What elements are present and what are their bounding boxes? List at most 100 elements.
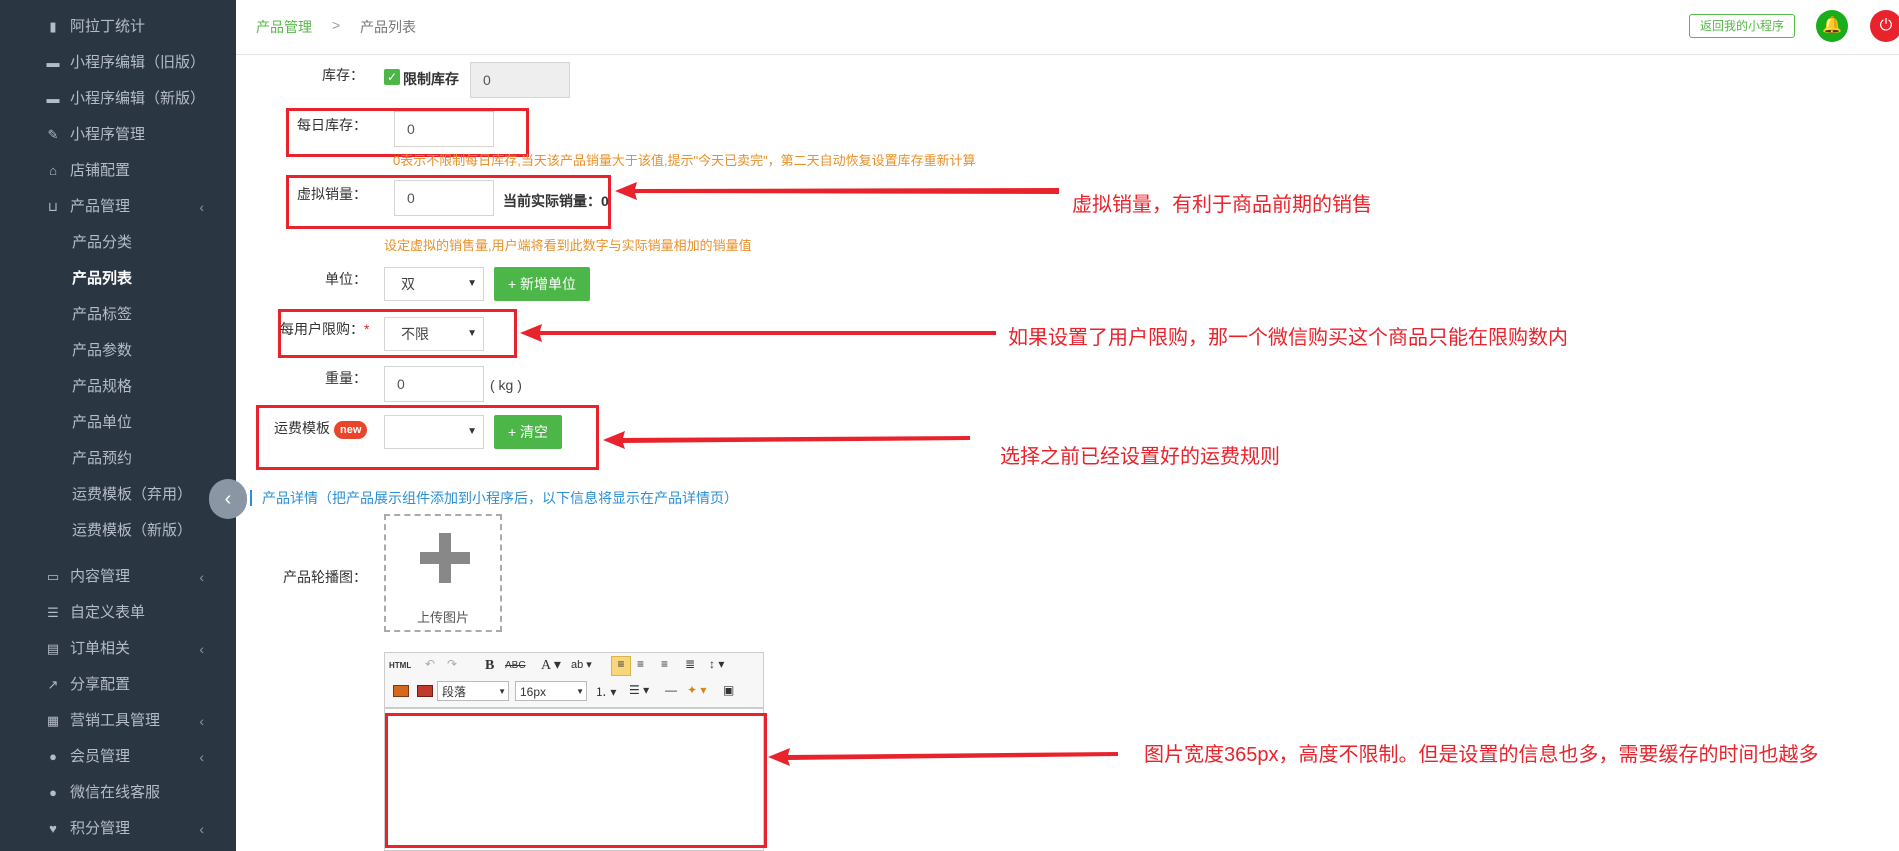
sidebar-item-members[interactable]: ● 会员管理 ‹ <box>0 742 236 772</box>
sidebar-item-content-manage[interactable]: ▭ 内容管理 ‹ <box>0 562 236 592</box>
daily-stock-hint: 0表示不限制每日库存,当天该产品销量大于该值,提示"今天已卖完"，第二天自动恢复… <box>393 153 976 168</box>
align-left-icon[interactable]: ≡ <box>611 656 631 676</box>
highlight-icon[interactable]: ab ▾ <box>571 658 592 671</box>
font-size-select-value: 16px <box>520 685 547 699</box>
clear-shipping-button[interactable]: + 清空 <box>494 415 562 449</box>
sidebar-item-store-config[interactable]: ⌂ 店铺配置 <box>0 156 236 186</box>
sidebar-item-product-manage[interactable]: ⊔ 产品管理 ‹ <box>0 192 236 222</box>
plus-icon <box>420 533 470 583</box>
breadcrumb-parent[interactable]: 产品管理 <box>256 17 312 37</box>
paste-icon[interactable]: ▣ <box>723 683 734 697</box>
book-icon: ▤ <box>46 641 60 656</box>
virtual-sales-label: 虚拟销量： <box>297 186 367 202</box>
sidebar-item-orders[interactable]: ▤ 订单相关 ‹ <box>0 634 236 664</box>
undo-icon[interactable]: ↶ <box>425 657 435 671</box>
html-source-button[interactable]: HTML <box>389 661 411 670</box>
line-height-icon[interactable]: ↕ ▾ <box>709 657 724 671</box>
clear-format-icon[interactable]: ✦ ▾ <box>687 683 706 697</box>
chevron-left-icon: ‹ <box>199 199 204 215</box>
ordered-list-icon[interactable]: ⒈ ▾ <box>595 683 616 700</box>
stock-label: 库存： <box>322 67 364 83</box>
redo-icon[interactable]: ↷ <box>447 657 457 671</box>
list-icon: ☰ <box>47 605 59 620</box>
sidebar-sub-shipping-old[interactable]: 运费模板（弃用） <box>72 480 192 510</box>
shipping-label: 运费模板 new <box>274 418 368 439</box>
new-badge: new <box>334 421 368 439</box>
sidebar-sub-product-params[interactable]: 产品参数 <box>72 336 132 366</box>
sidebar-sub-product-units[interactable]: 产品单位 <box>72 408 132 438</box>
chevron-left-icon: ‹ <box>199 713 204 729</box>
sidebar-sub-product-specs[interactable]: 产品规格 <box>72 372 132 402</box>
caret-down-icon: ▼ <box>576 687 584 696</box>
weight-input[interactable]: 0 <box>384 366 484 402</box>
paragraph-select[interactable]: 段落 ▼ <box>437 681 509 701</box>
bell-icon[interactable]: 🔔 <box>1816 10 1848 42</box>
strikethrough-icon[interactable]: ABC <box>505 660 526 671</box>
chevron-left-icon: ‹ <box>199 749 204 765</box>
shipping-select[interactable]: ▼ <box>384 415 484 449</box>
sidebar-sub-shipping-new[interactable]: 运费模板（新版） <box>72 516 192 546</box>
weight-label: 重量： <box>325 370 367 386</box>
sidebar-item-custom-form[interactable]: ☰ 自定义表单 <box>0 598 236 628</box>
carousel-label: 产品轮播图： <box>283 569 367 585</box>
weight-unit: ( kg ) <box>490 377 522 393</box>
align-right-icon[interactable]: ≡ <box>661 657 668 671</box>
font-size-select[interactable]: 16px ▼ <box>515 681 587 701</box>
book-icon: ▬ <box>46 91 60 106</box>
sidebar-item-miniapp-manage[interactable]: ✎ 小程序管理 <box>0 120 236 150</box>
sidebar-collapse-button[interactable]: ‹ <box>209 479 247 519</box>
upload-image-button[interactable]: 上传图片 <box>384 514 502 632</box>
sidebar-item-aladdin-stats[interactable]: ▮ 阿拉丁统计 <box>0 12 236 42</box>
chevron-left-icon: ‹ <box>199 569 204 585</box>
user-limit-select[interactable]: 不限 ▼ <box>384 317 484 351</box>
justify-icon[interactable]: ≣ <box>685 657 695 671</box>
add-unit-button[interactable]: + 新增单位 <box>494 267 590 301</box>
image-icon[interactable] <box>393 685 409 697</box>
caret-down-icon: ▼ <box>498 687 506 696</box>
annotation-editor: 图片宽度365px，高度不限制。但是设置的信息也多，需要缓存的时间也越多 <box>1144 744 1819 766</box>
unit-select-value: 双 <box>401 276 415 292</box>
horizontal-rule-icon[interactable]: — <box>665 683 677 697</box>
share-icon: ↗ <box>47 677 59 692</box>
cart-icon: ⊔ <box>47 199 59 214</box>
sidebar-sub-product-tags[interactable]: 产品标签 <box>72 300 132 330</box>
arrow-shipping <box>603 431 970 449</box>
sidebar-item-miniapp-edit-new[interactable]: ▬ 小程序编辑（新版） <box>0 84 236 114</box>
sidebar-sub-product-booking[interactable]: 产品预约 <box>72 444 132 474</box>
upload-label: 上传图片 <box>416 610 469 625</box>
virtual-sales-input[interactable]: 0 <box>394 180 494 216</box>
sidebar-item-wechat-service[interactable]: ● 微信在线客服 <box>0 778 236 808</box>
align-center-icon[interactable]: ≡ <box>637 657 644 671</box>
unit-label: 单位： <box>325 271 367 287</box>
unordered-list-icon[interactable]: ☰ ▾ <box>629 683 649 697</box>
unit-select[interactable]: 双 ▼ <box>384 267 484 301</box>
stock-input[interactable]: 0 <box>470 62 570 98</box>
breadcrumb-current: 产品列表 <box>360 19 416 35</box>
section-product-detail-title: 产品详情（把产品展示组件添加到小程序后，以下信息将显示在产品详情页） <box>262 490 738 506</box>
annotation-virtual-sales: 虚拟销量，有利于商品前期的销售 <box>1072 194 1372 216</box>
home-icon: ⌂ <box>49 163 57 178</box>
power-icon[interactable]: ⏻ <box>1870 10 1899 42</box>
bold-icon[interactable]: B <box>485 658 494 674</box>
multi-image-icon[interactable] <box>417 685 433 697</box>
user-icon: ● <box>49 785 57 800</box>
user-limit-label-text: 每用户限购： <box>280 321 364 337</box>
user-limit-select-value: 不限 <box>401 326 429 342</box>
virtual-sales-hint: 设定虚拟的销售量,用户端将看到此数字与实际销量相加的销量值 <box>384 238 752 253</box>
sidebar-item-share-config[interactable]: ↗ 分享配置 <box>0 670 236 700</box>
font-color-icon[interactable]: A ▾ <box>541 657 561 674</box>
caret-down-icon: ▼ <box>467 278 477 289</box>
top-bar: 产品管理 > 产品列表 <box>236 0 1899 55</box>
sidebar-item-points[interactable]: ♥ 积分管理 ‹ <box>0 814 236 844</box>
daily-stock-input[interactable]: 0 <box>394 111 494 147</box>
sidebar-item-marketing[interactable]: ▦ 营销工具管理 ‹ <box>0 706 236 736</box>
highlight-box-editor <box>385 713 767 848</box>
actual-sales-text: 当前实际销量：0 <box>503 193 609 209</box>
limit-stock-label: 限制库存 <box>403 71 459 87</box>
section-marker <box>250 490 252 506</box>
sidebar-item-miniapp-edit-old[interactable]: ▬ 小程序编辑（旧版） <box>0 48 236 78</box>
sidebar-sub-product-category[interactable]: 产品分类 <box>72 228 132 258</box>
limit-stock-checkbox[interactable]: ✓ <box>384 69 400 85</box>
back-to-miniapp-button[interactable]: 返回我的小程序 <box>1689 14 1795 38</box>
sidebar-sub-product-list[interactable]: 产品列表 <box>72 264 132 294</box>
